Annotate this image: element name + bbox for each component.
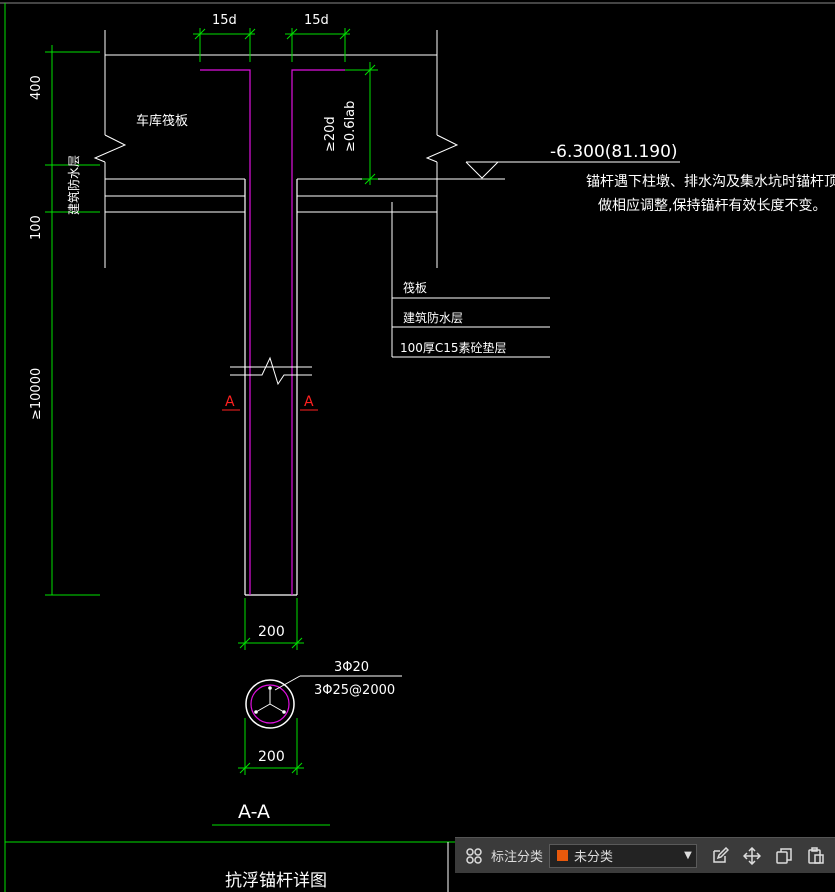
dim-06lab-label: ≥0.6lab [343, 101, 358, 152]
chevron-down-icon: ▼ [684, 850, 692, 861]
layer-legend [391, 202, 550, 358]
category-select[interactable]: 未分类 ▼ [549, 843, 698, 868]
dim-waterproof-vertical-label: 建筑防水层 [66, 155, 81, 215]
dim-200-bottom: 200 [258, 749, 285, 765]
raft-slab [93, 30, 459, 268]
dim-100-label: 100 [29, 215, 44, 240]
edit-icon[interactable] [707, 843, 733, 869]
anchor-outline [244, 179, 298, 596]
paste-icon[interactable] [803, 843, 829, 869]
garage-slab-label: 车库筏板 [136, 113, 188, 129]
section-title: A-A [238, 801, 270, 823]
legend-waterproof: 建筑防水层 [403, 310, 463, 325]
left-dimension [45, 45, 100, 596]
dim-20d-label: ≥20d [323, 116, 338, 152]
annotation-toolbar: 标注分类 未分类 ▼ [455, 837, 835, 873]
dim-10000-label: ≥10000 [29, 368, 44, 420]
note-line-2: 做相应调整,保持锚杆有效长度不变。 [598, 197, 826, 214]
dim-200-top: 200 [258, 624, 285, 640]
cad-drawing-canvas[interactable]: 400 建筑防水层 100 ≥10000 车库筏板 A A 15d 15d ≥2… [0, 0, 835, 892]
note-line-1: 锚杆遇下柱墩、排水沟及集水坑时锚杆顶标高 [586, 173, 835, 190]
section-width-dimension [238, 718, 304, 775]
top-dimensions [193, 28, 351, 62]
rebar-main-label: 3Φ20 [334, 660, 369, 675]
section-mark-right: A [304, 394, 314, 410]
detail-title: 抗浮锚杆详图 [225, 871, 327, 891]
category-color-swatch [556, 849, 570, 862]
category-select-value: 未分类 [574, 850, 614, 865]
annotation-category-label: 标注分类 [491, 850, 544, 865]
move-icon[interactable] [739, 843, 765, 869]
dim-15d-left: 15d [212, 13, 237, 28]
dim-15d-right: 15d [304, 13, 329, 28]
dim-400-label: 400 [29, 75, 44, 100]
section-mark-left: A [225, 394, 235, 410]
drawing-frame [0, 2, 835, 892]
break-symbol [230, 356, 312, 386]
legend-raft: 筏板 [403, 281, 427, 295]
legend-cushion: 100厚C15素砼垫层 [400, 340, 507, 355]
copy-icon[interactable] [771, 843, 797, 869]
grid-icon[interactable] [461, 843, 487, 869]
rebar-stirrup-label: 3Φ25@2000 [314, 683, 395, 698]
elevation-label: -6.300(81.190) [550, 142, 678, 162]
